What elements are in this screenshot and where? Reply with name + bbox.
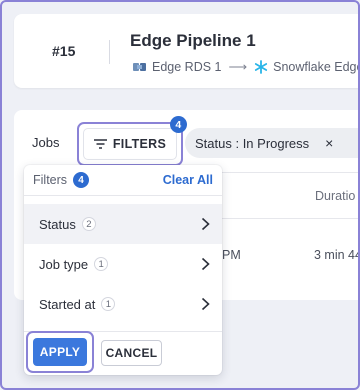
column-header-duration: Duratio — [315, 189, 356, 203]
pipeline-route: Edge RDS 1 ⟶ Snowflake Edge — [132, 59, 360, 75]
filters-title-count: 4 — [73, 172, 89, 188]
chevron-right-icon — [201, 217, 210, 231]
jobs-label: Jobs — [32, 135, 60, 150]
filter-icon — [93, 139, 107, 149]
filter-item-label: Status — [39, 216, 76, 232]
status-chip-label: Status : In Progress — [195, 135, 310, 151]
filter-item-count: 1 — [101, 297, 116, 311]
apply-highlight: APPLY — [26, 331, 94, 373]
filter-item-label: Job type — [39, 256, 89, 272]
dropdown-divider — [24, 195, 222, 196]
clear-all-link[interactable]: Clear All — [163, 173, 213, 187]
filter-item-job-type[interactable]: Job type 1 — [24, 244, 222, 284]
filters-dropdown-header: Filters 4 Clear All — [24, 165, 222, 195]
filter-item-started-at[interactable]: Started at 1 — [24, 284, 222, 324]
apply-button[interactable]: APPLY — [33, 338, 87, 366]
close-icon[interactable]: × — [325, 135, 333, 151]
filter-item-count: 2 — [81, 217, 96, 231]
database-icon — [133, 63, 146, 71]
chevron-right-icon — [201, 297, 210, 311]
filters-dropdown: Filters 4 Clear All Status 2 Job type 1 … — [24, 165, 222, 375]
source-name: Edge RDS 1 — [152, 60, 222, 74]
pipeline-divider — [109, 40, 110, 64]
row-started-at: PM — [222, 248, 241, 262]
pipeline-card: #15 Edge Pipeline 1 Edge RDS 1 ⟶ Snowfla… — [14, 14, 360, 88]
snowflake-icon — [255, 60, 268, 74]
filter-item-count: 1 — [94, 257, 109, 271]
filter-item-label: Started at — [39, 296, 96, 312]
chevron-right-icon — [201, 257, 210, 271]
cancel-button[interactable]: CANCEL — [101, 340, 162, 366]
filters-title: Filters — [33, 173, 68, 187]
filter-item-status[interactable]: Status 2 — [24, 204, 222, 244]
header-divider — [222, 172, 360, 173]
filters-count-badge: 4 — [170, 116, 187, 133]
destination-name: Snowflake Edge — [273, 60, 360, 74]
pipeline-title[interactable]: Edge Pipeline 1 — [130, 31, 256, 51]
status-filter-chip[interactable]: Status : In Progress × — [185, 128, 360, 158]
row-duration: 3 min 44 — [314, 248, 360, 262]
filters-button-label: FILTERS — [112, 137, 167, 151]
pipeline-number: #15 — [52, 43, 76, 59]
row-divider — [222, 218, 360, 219]
filters-button[interactable]: FILTERS 4 — [77, 116, 187, 166]
arrow-right-icon: ⟶ — [228, 59, 248, 74]
